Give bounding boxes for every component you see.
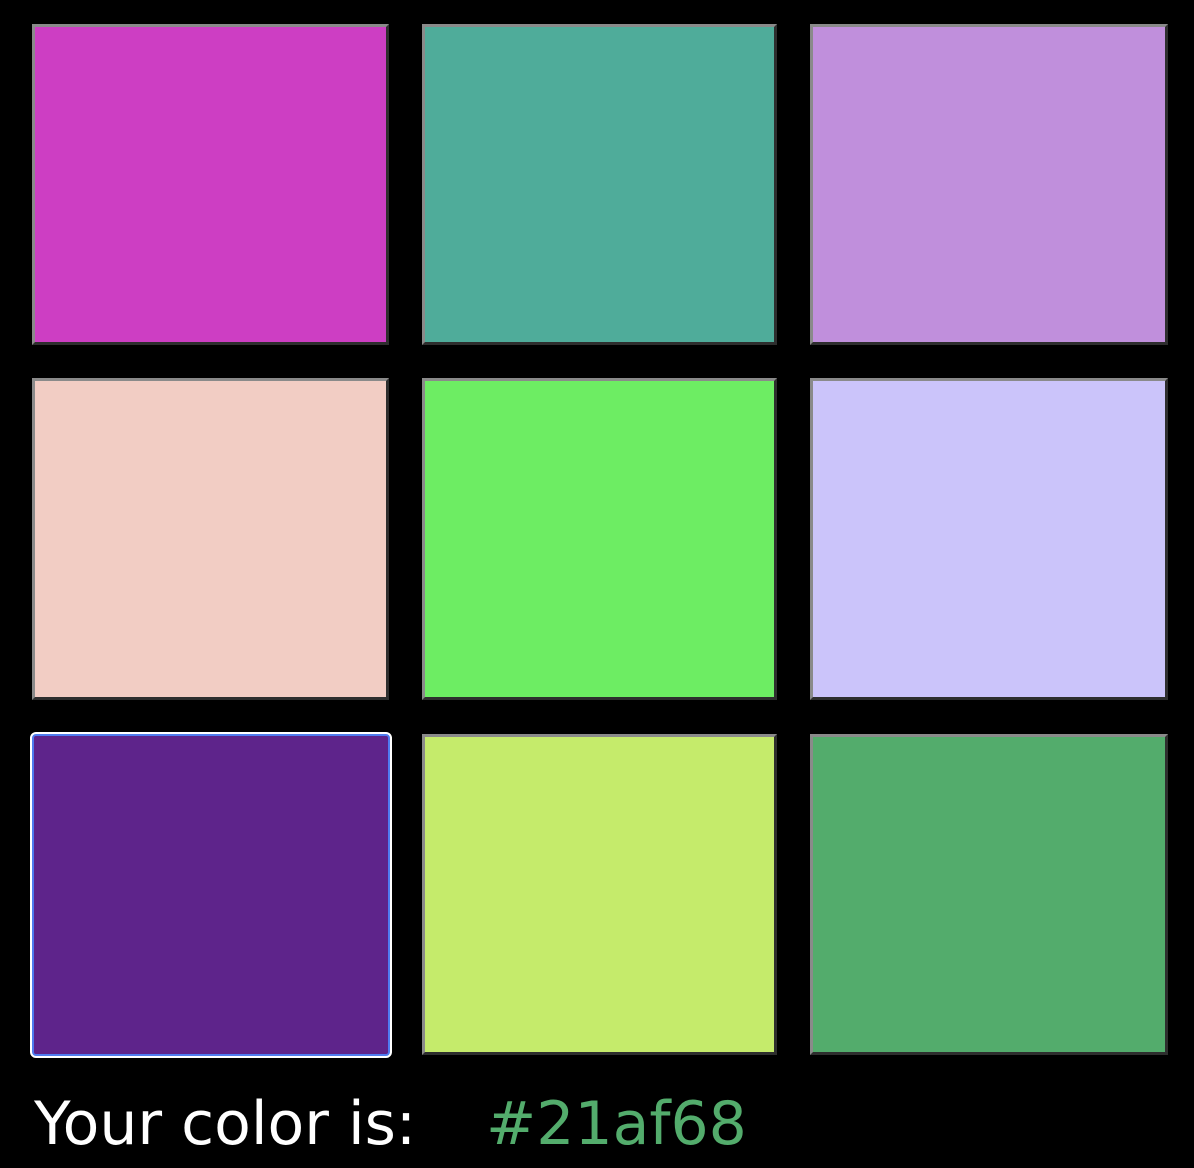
color-swatch[interactable] — [422, 378, 777, 700]
color-swatch[interactable] — [32, 24, 389, 345]
color-swatch[interactable] — [422, 734, 777, 1055]
color-swatch[interactable] — [32, 378, 389, 700]
result-color-value: #21af68 — [486, 1089, 747, 1159]
color-swatch[interactable] — [810, 378, 1168, 700]
result-label: Your color is: — [34, 1089, 417, 1159]
color-swatch[interactable] — [810, 734, 1168, 1055]
color-result: Your color is: #21af68 — [34, 1084, 1164, 1164]
color-swatch-selected[interactable] — [30, 732, 392, 1058]
color-swatch[interactable] — [422, 24, 777, 345]
color-swatch[interactable] — [810, 24, 1168, 345]
